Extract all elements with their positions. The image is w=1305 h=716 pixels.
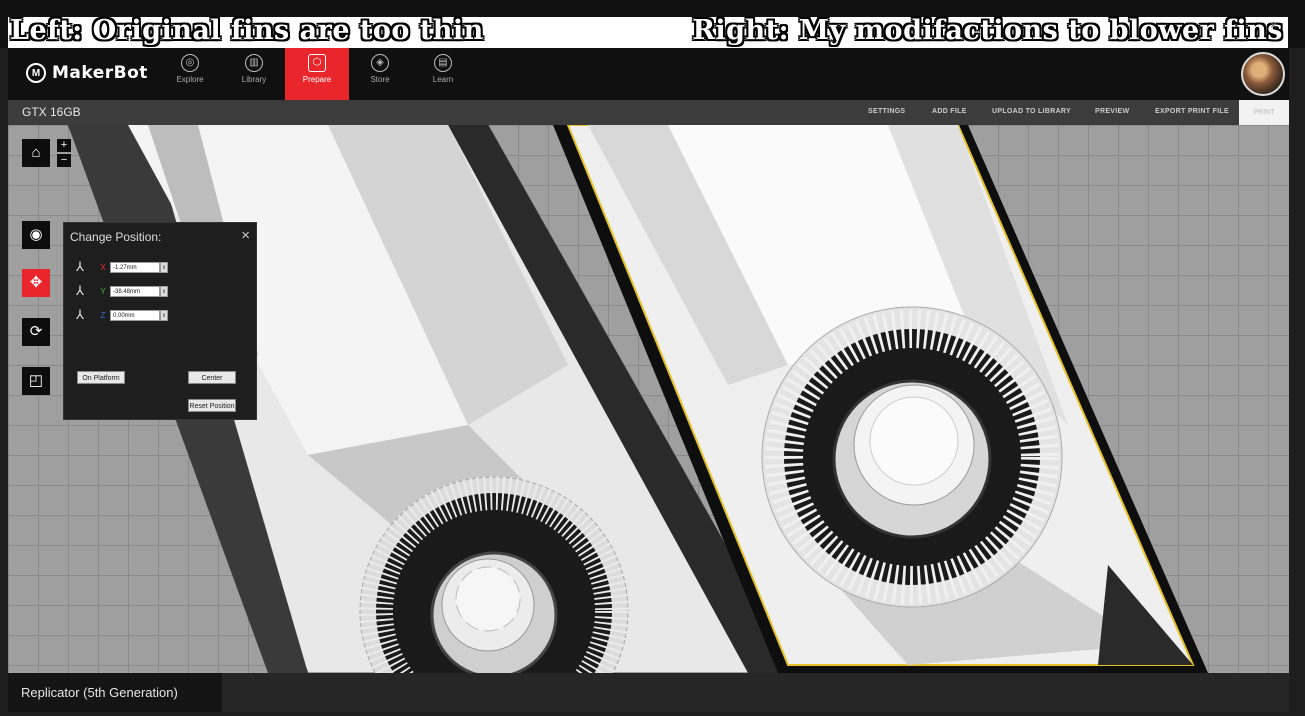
nav-library[interactable]: ▥ Library [222,48,286,100]
center-button[interactable]: Center [188,371,236,384]
caption-left-text: Left: Original fins are too thin [10,15,484,46]
move-tool-icon[interactable]: ✥ [22,269,50,297]
toolbar: GTX 16GB SETTINGS ADD FILE UPLOAD TO LIB… [8,100,1289,125]
axis-row-y: ⅄ Y -38.48mm ⇕ [76,283,168,299]
axis-label-x: X [100,262,106,272]
axis-row-x: ⅄ X -1.27mm ⇕ [76,259,168,275]
caption-right-text: Right: My modifactions to blower fins [692,15,1283,46]
compass-icon: ◎ [181,54,199,72]
caption-bar: Left: Original fins are too thin Right: … [0,0,1305,48]
user-avatar[interactable] [1241,52,1285,96]
status-bar: Replicator (5th Generation) [8,673,1289,712]
home-view-button[interactable]: ⌂ [22,139,50,167]
panel-title: Change Position: [70,230,162,244]
nav-learn[interactable]: ▤ Learn [411,48,475,100]
reset-position-button[interactable]: Reset Position [188,399,236,412]
axis-row-z: ⅄ Z 0.00mm ⇕ [76,307,168,323]
axis-gizmo-icon: ⅄ [76,283,84,298]
nav-label: Store [370,75,390,84]
brand-name: MakerBot [52,63,148,83]
z-stepper[interactable]: ⇕ [160,309,168,321]
printer-selector[interactable]: Replicator (5th Generation) [8,673,222,712]
close-icon[interactable]: × [241,227,250,244]
nav-store[interactable]: ◈ Store [348,48,412,100]
book-icon: ▤ [434,54,452,72]
nav-explore[interactable]: ◎ Explore [158,48,222,100]
makerbot-logo-icon: M [26,63,46,83]
window-close-icon[interactable]: × [1270,18,1277,32]
axis-label-y: Y [100,286,106,296]
upload-to-library-button[interactable]: UPLOAD TO LIBRARY [992,108,1071,115]
on-platform-button[interactable]: On Platform [77,371,125,384]
makerbot-logo[interactable]: M MakerBot [26,63,148,83]
print-button[interactable]: PRINT [1239,100,1289,125]
books-icon: ▥ [245,54,263,72]
nav-label: Learn [432,75,454,84]
y-position-field[interactable]: -38.48mm [110,285,160,297]
nav-label: Explore [176,75,204,84]
rotate-tool-icon[interactable]: ⟳ [22,318,50,346]
x-position-field[interactable]: -1.27mm [110,261,160,273]
zoom-out-button[interactable]: − [57,154,71,167]
nav-prepare[interactable]: ⬡ Prepare [285,48,349,100]
view-tool-eye-icon[interactable]: ◉ [22,221,50,249]
z-position-field[interactable]: 0.00mm [110,309,160,321]
makerbot-app: M MakerBot ◎ Explore ▥ Library ⬡ Prepare… [8,48,1289,712]
axis-label-z: Z [100,310,106,320]
x-stepper[interactable]: ⇕ [160,261,168,273]
build-plate-viewport[interactable]: ⌂ + − ◉ ✥ ⟳ ◰ Change Position: × ⅄ X -1.… [8,125,1289,673]
hexagon-icon: ⬡ [308,54,326,72]
project-name: GTX 16GB [22,105,81,119]
add-file-button[interactable]: ADD FILE [932,108,967,115]
export-print-file-button[interactable]: EXPORT PRINT FILE [1155,108,1229,115]
cube-icon: ◈ [371,54,389,72]
zoom-in-button[interactable]: + [57,139,71,152]
preview-button[interactable]: PREVIEW [1095,108,1129,115]
top-nav: M MakerBot ◎ Explore ▥ Library ⬡ Prepare… [8,48,1289,100]
nav-label: Library [241,75,267,84]
axis-gizmo-icon: ⅄ [76,259,84,274]
settings-button[interactable]: SETTINGS [868,108,905,115]
y-stepper[interactable]: ⇕ [160,285,168,297]
axis-gizmo-icon: ⅄ [76,307,84,322]
nav-label: Prepare [302,75,332,84]
change-position-panel: Change Position: × ⅄ X -1.27mm ⇕ ⅄ Y -38… [63,222,257,420]
scale-tool-icon[interactable]: ◰ [22,367,50,395]
